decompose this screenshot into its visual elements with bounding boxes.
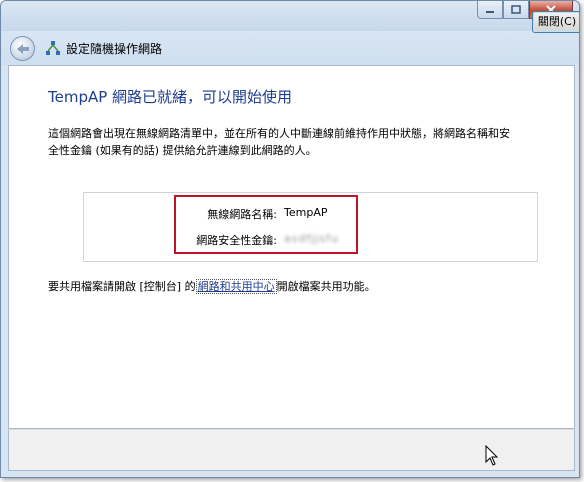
network-sharing-center-link[interactable]: 網路和共用中心 <box>195 279 277 294</box>
share-prefix-text: 要共用檔案請開啟 [控制台] 的 <box>48 280 196 293</box>
security-key-label: 網路安全性金鑰: <box>196 234 277 247</box>
back-arrow-icon <box>16 43 29 54</box>
share-instructions: 要共用檔案請開啟 [控制台] 的網路和共用中心 開啟檔案共用功能。 <box>48 278 376 294</box>
content-panel: TempAP 網路已就緒，可以開始使用 這個網路會出現在無線網路清單中，並在所有… <box>8 65 575 429</box>
network-icon <box>46 41 60 55</box>
security-key-value: asdfjjsfu <box>284 232 340 245</box>
description-text: 這個網路會出現在無線網路清單中，並在所有的人中斷連線前維持作用中狀態，將網路名稱… <box>48 127 510 157</box>
network-name-value: TempAP <box>284 206 328 219</box>
network-info-box: 無線網路名稱: TempAP 網路安全性金鑰: asdfjjsfu <box>83 192 538 262</box>
maximize-icon <box>511 5 521 14</box>
minimize-button[interactable] <box>477 1 503 19</box>
network-name-label: 無線網路名稱: <box>207 208 277 221</box>
dialog-window: 設定隨機操作網路 TempAP 網路已就緒，可以開始使用 這個網路會出現在無線網… <box>0 0 580 478</box>
mouse-cursor-icon <box>485 445 499 466</box>
navigation-bar: 設定隨機操作網路 <box>1 31 579 65</box>
close-button[interactable]: 關閉(C) <box>532 11 579 33</box>
window-title: 設定隨機操作網路 <box>66 42 163 56</box>
back-button[interactable] <box>10 36 35 61</box>
share-suffix-text: 開啟檔案共用功能。 <box>276 280 376 293</box>
minimize-icon <box>486 10 494 13</box>
page-heading: TempAP 網路已就緒，可以開始使用 <box>48 88 293 106</box>
maximize-button[interactable] <box>503 1 529 19</box>
title-bar[interactable] <box>1 1 579 31</box>
